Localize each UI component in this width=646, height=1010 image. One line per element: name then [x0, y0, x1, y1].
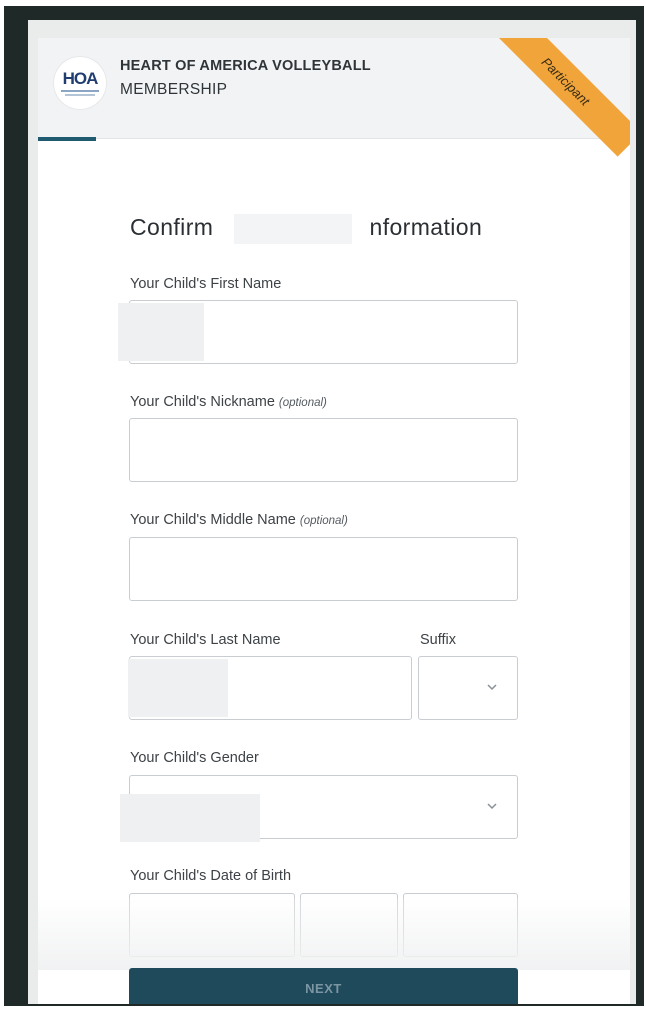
- org-name: HEART OF AMERICA VOLLEYBALL: [120, 58, 371, 74]
- title-start: Confirm: [130, 214, 214, 240]
- title-end: nformation: [369, 214, 483, 240]
- middle-name-label: Your Child's Middle Name (optional): [130, 512, 348, 528]
- first-name-label: Your Child's First Name: [130, 276, 282, 292]
- device-frame: HOA HEART OF AMERICA VOLLEYBALL MEMBERSH…: [4, 6, 644, 1006]
- optional-hint: (optional): [299, 515, 348, 527]
- chevron-down-icon: [487, 803, 497, 810]
- hoa-logo: HOA: [54, 57, 106, 109]
- scroll-fade-overlay: [38, 898, 630, 970]
- last-name-label: Your Child's Last Name: [130, 632, 281, 648]
- chevron-down-icon: [487, 684, 497, 691]
- registration-card: HOA HEART OF AMERICA VOLLEYBALL MEMBERSH…: [28, 20, 636, 1004]
- redacted-value: [118, 303, 204, 361]
- gender-select[interactable]: [120, 775, 518, 842]
- logo-text: HOA: [62, 69, 99, 88]
- last-name-field[interactable]: [128, 656, 412, 720]
- middle-name-field[interactable]: [129, 537, 518, 601]
- redacted-value: [120, 794, 260, 842]
- section-name: MEMBERSHIP: [120, 81, 228, 98]
- progress-tab: [38, 137, 96, 141]
- suffix-select[interactable]: [418, 656, 518, 720]
- nickname-field[interactable]: [129, 418, 518, 482]
- logo-stripe: [65, 94, 95, 96]
- dob-label: Your Child's Date of Birth: [130, 868, 292, 884]
- gender-label: Your Child's Gender: [130, 750, 259, 766]
- suffix-label: Suffix: [420, 632, 457, 648]
- nickname-label-text: Your Child's Nickname: [130, 394, 275, 410]
- first-name-field[interactable]: [118, 300, 518, 364]
- next-button[interactable]: NEXT: [129, 968, 518, 1004]
- redacted-title-name: [234, 214, 352, 244]
- logo-stripe: [61, 90, 99, 92]
- form-panel: HOA HEART OF AMERICA VOLLEYBALL MEMBERSH…: [38, 38, 630, 1004]
- optional-hint: (optional): [278, 397, 327, 409]
- redacted-value: [128, 659, 228, 717]
- middle-name-label-text: Your Child's Middle Name: [130, 512, 296, 528]
- nickname-label: Your Child's Nickname (optional): [130, 394, 327, 410]
